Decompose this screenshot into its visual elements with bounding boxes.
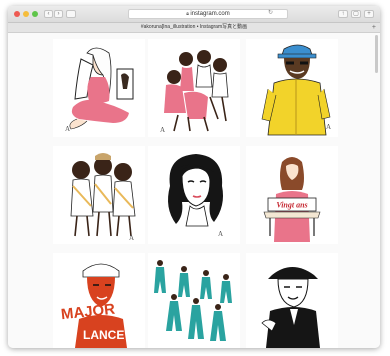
post-woman-sign[interactable]: Vingt ans	[246, 146, 338, 244]
post-woman-bob-portrait[interactable]: A	[148, 146, 240, 244]
post-man-with-hat[interactable]	[246, 253, 338, 348]
close-window-button[interactable]	[14, 11, 20, 17]
address-text: instagram.com	[190, 11, 230, 17]
browser-toolbar: ‹ › 🔒︎ instagram.com ↻ ↑ ▢ +	[8, 6, 380, 23]
post-three-women-pink[interactable]: A	[148, 39, 240, 137]
reload-icon[interactable]: ↻	[266, 10, 275, 18]
address-bar[interactable]: 🔒︎ instagram.com	[128, 9, 288, 19]
signature: A	[218, 230, 223, 238]
tab-strip: #akoruna[Ina_illustration • Instagram写真と…	[8, 23, 380, 33]
post-dancers-teal[interactable]	[148, 253, 240, 348]
vertical-scrollbar[interactable]	[375, 35, 378, 73]
add-tab-icon[interactable]: +	[372, 23, 376, 32]
instagram-feed: A A A A A Vingt ans MAJOR LANCE	[8, 33, 380, 348]
signature: A	[326, 123, 331, 131]
post-three-singers[interactable]: A	[53, 146, 145, 244]
sign-text: Vingt ans	[276, 201, 307, 210]
tabs-icon[interactable]: ▢	[351, 10, 361, 18]
minimize-window-button[interactable]	[23, 11, 29, 17]
post-man-yellow-coat[interactable]: A	[246, 39, 338, 137]
tab-title[interactable]: #akoruna[Ina_illustration • Instagram写真と…	[141, 24, 247, 30]
browser-window: ‹ › 🔒︎ instagram.com ↻ ↑ ▢ + #akoruna[In…	[8, 6, 380, 348]
signature: A	[65, 125, 70, 133]
post-major-lance[interactable]: MAJOR LANCE	[53, 253, 145, 348]
forward-icon[interactable]: ›	[54, 10, 63, 18]
share-icon[interactable]: ↑	[338, 10, 348, 18]
post-woman-pink-dress[interactable]: A	[53, 39, 145, 137]
new-tab-icon[interactable]: +	[364, 10, 374, 18]
sidebar-icon[interactable]	[66, 10, 76, 18]
signature: A	[129, 234, 134, 242]
zoom-window-button[interactable]	[32, 11, 38, 17]
signature: A	[160, 126, 165, 134]
poster-line2: LANCE	[83, 328, 124, 342]
back-icon[interactable]: ‹	[44, 10, 53, 18]
